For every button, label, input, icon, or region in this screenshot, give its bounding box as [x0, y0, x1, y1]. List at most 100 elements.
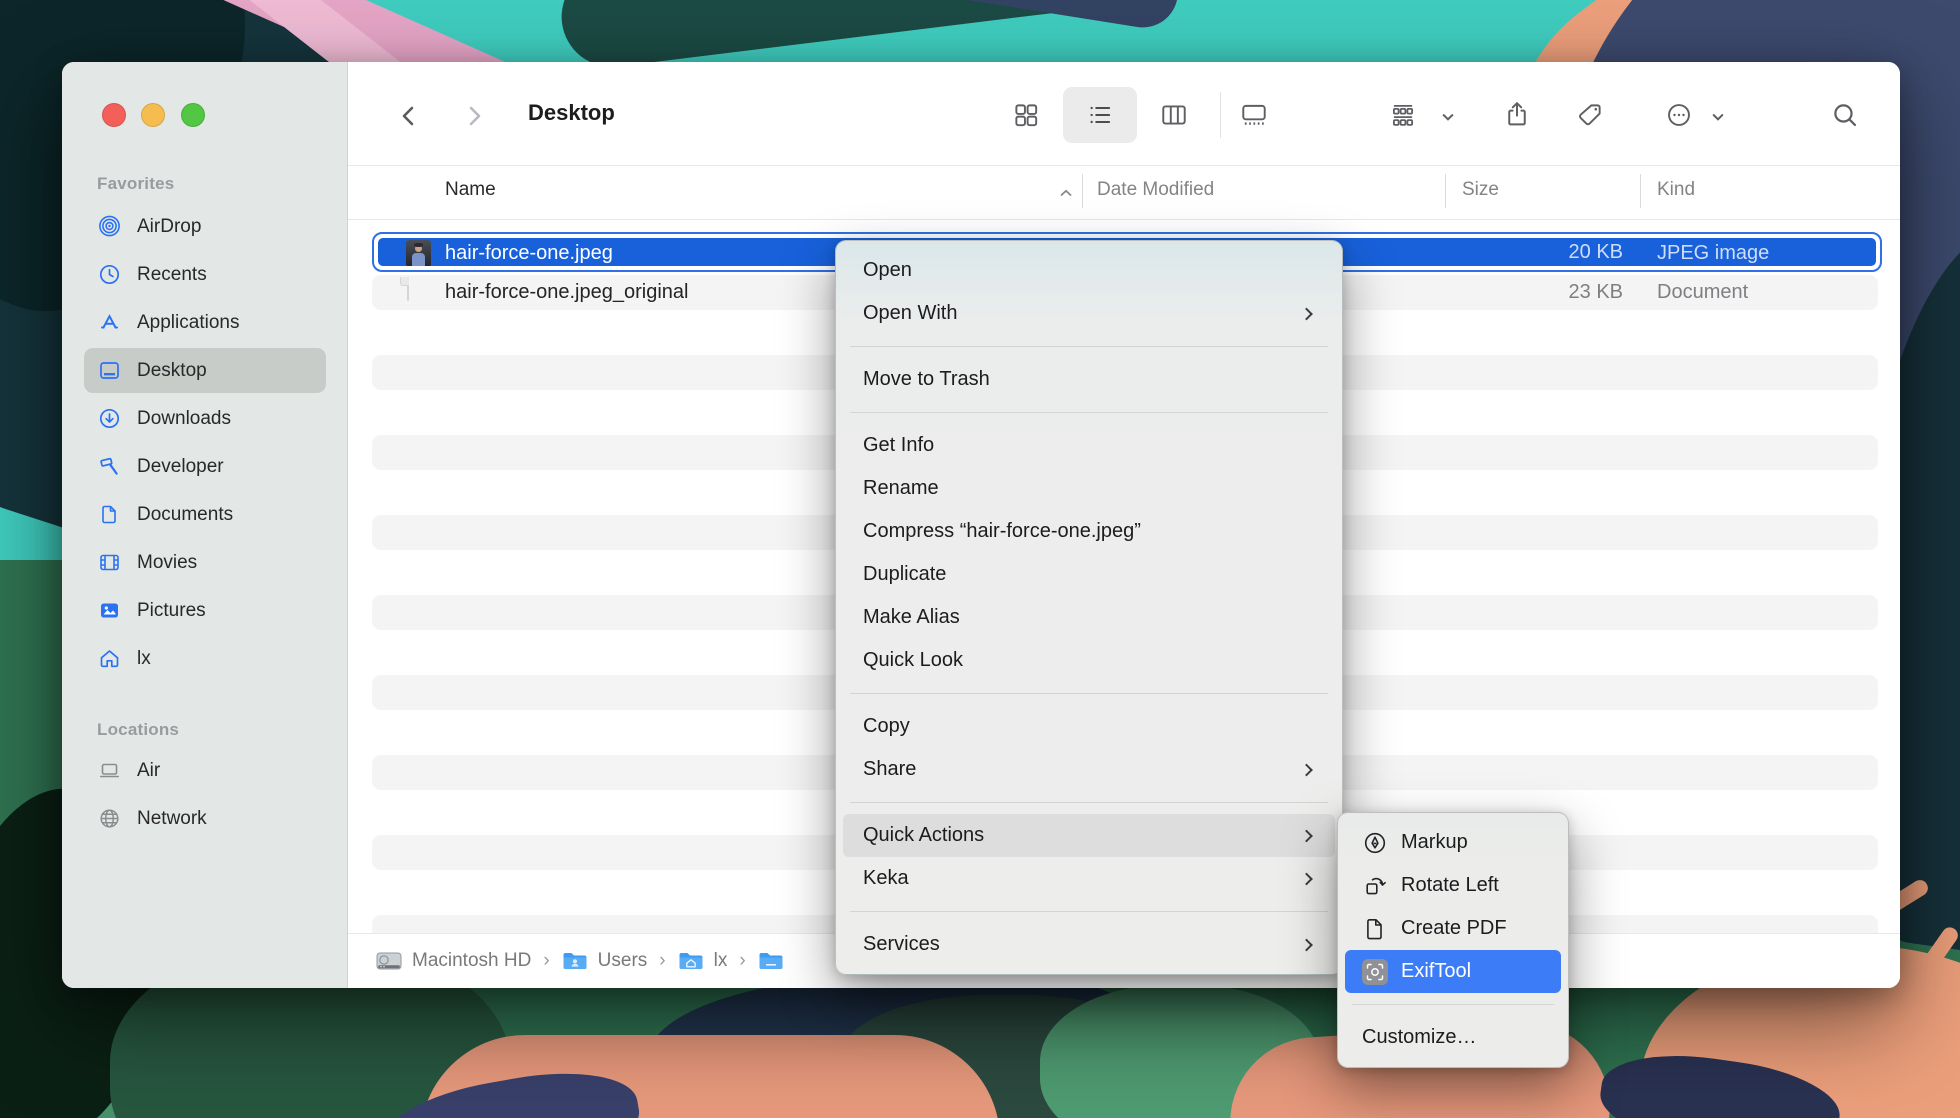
menu-item-duplicate[interactable]: Duplicate: [843, 553, 1335, 596]
column-divider[interactable]: [1445, 174, 1446, 208]
sidebar-item-label: Network: [137, 808, 207, 830]
file-size: 20 KB: [1569, 238, 1623, 266]
sidebar-item-airdrop[interactable]: AirDrop: [84, 204, 326, 249]
share-icon: [1502, 99, 1533, 130]
group-by-chevron[interactable]: [1441, 110, 1456, 125]
menu-item-open[interactable]: Open: [843, 249, 1335, 292]
gallery-view-button[interactable]: [1239, 100, 1269, 130]
column-divider[interactable]: [1082, 174, 1083, 208]
breadcrumb-lx[interactable]: lx: [678, 950, 728, 972]
globe-icon: [98, 807, 121, 830]
submenu-chevron-icon: [1300, 307, 1313, 320]
icon-view-button[interactable]: [1011, 100, 1041, 130]
breadcrumb-separator: ›: [543, 950, 549, 972]
column-divider[interactable]: [1640, 174, 1641, 208]
sidebar-item-label: Pictures: [137, 600, 206, 622]
sidebar-item-pictures[interactable]: Pictures: [84, 588, 326, 633]
sidebar-section-locations: Locations: [97, 720, 179, 740]
close-window-button[interactable]: [102, 103, 126, 127]
menu-item-quick-look[interactable]: Quick Look: [843, 639, 1335, 682]
tag-button[interactable]: [1575, 100, 1605, 130]
column-header-date-modified[interactable]: Date Modified: [1097, 179, 1214, 201]
sidebar-item-home-lx[interactable]: lx: [84, 636, 326, 681]
column-header-kind[interactable]: Kind: [1657, 179, 1695, 201]
menu-item-services[interactable]: Services: [843, 923, 1335, 966]
menu-item-open-with[interactable]: Open With: [843, 292, 1335, 335]
column-view-button[interactable]: [1159, 100, 1189, 130]
list-view-button[interactable]: [1085, 100, 1115, 130]
menu-item-copy[interactable]: Copy: [843, 705, 1335, 748]
app-store-icon: [98, 311, 121, 334]
download-circle-icon: [98, 407, 121, 430]
share-button[interactable]: [1502, 99, 1533, 130]
file-name: hair-force-one.jpeg: [445, 238, 613, 268]
chevron-down-icon: [1711, 110, 1726, 125]
sidebar-item-movies[interactable]: Movies: [84, 540, 326, 585]
sidebar-item-documents[interactable]: Documents: [84, 492, 326, 537]
film-icon: [98, 551, 121, 574]
column-header-size[interactable]: Size: [1462, 179, 1499, 201]
markup-pen-icon: [1362, 830, 1388, 856]
menu-item-make-alias[interactable]: Make Alias: [843, 596, 1335, 639]
more-actions-button[interactable]: [1664, 100, 1694, 130]
sidebar-item-recents[interactable]: Recents: [84, 252, 326, 297]
breadcrumb-desktop-partial[interactable]: [758, 950, 794, 972]
forward-button[interactable]: [459, 101, 489, 131]
menu-item-rename[interactable]: Rename: [843, 467, 1335, 510]
folder-icon: [758, 950, 784, 972]
column-header-name[interactable]: Name: [445, 179, 496, 201]
menu-item-quick-actions[interactable]: Quick Actions: [843, 814, 1335, 857]
sidebar-item-developer[interactable]: Developer: [84, 444, 326, 489]
submenu-item-rotate-left[interactable]: Rotate Left: [1345, 864, 1561, 907]
zoom-window-button[interactable]: [181, 103, 205, 127]
sidebar-item-applications[interactable]: Applications: [84, 300, 326, 345]
more-actions-chevron[interactable]: [1711, 110, 1726, 125]
folder-home-icon: [678, 950, 704, 972]
menu-separator: [850, 911, 1328, 912]
airdrop-icon: [98, 215, 121, 238]
submenu-item-create-pdf[interactable]: Create PDF: [1345, 907, 1561, 950]
menu-item-keka[interactable]: Keka: [843, 857, 1335, 900]
menu-item-move-to-trash[interactable]: Move to Trash: [843, 358, 1335, 401]
menu-item-share[interactable]: Share: [843, 748, 1335, 791]
forward-chevron-icon: [460, 102, 488, 130]
hammer-icon: [98, 455, 121, 478]
toolbar-divider: [1220, 92, 1221, 138]
exiftool-camera-icon: [1362, 959, 1388, 985]
submenu-item-customize[interactable]: Customize…: [1345, 1016, 1561, 1059]
menu-separator: [850, 412, 1328, 413]
breadcrumb-macintosh-hd[interactable]: Macintosh HD: [376, 950, 531, 972]
sidebar-item-label: Movies: [137, 552, 197, 574]
back-chevron-icon: [395, 102, 423, 130]
folder-user-icon: [562, 950, 588, 972]
sidebar: Favorites AirDrop Recents Applications D…: [62, 62, 348, 988]
columns-icon: [1159, 100, 1189, 130]
chevron-down-icon: [1441, 110, 1456, 125]
sidebar-item-network[interactable]: Network: [84, 796, 326, 841]
sidebar-item-label: Desktop: [137, 360, 207, 382]
submenu-item-markup[interactable]: Markup: [1345, 821, 1561, 864]
minimize-window-button[interactable]: [141, 103, 165, 127]
ellipsis-circle-icon: [1664, 100, 1694, 130]
sidebar-item-downloads[interactable]: Downloads: [84, 396, 326, 441]
submenu-chevron-icon: [1300, 763, 1313, 776]
list-icon: [1085, 100, 1115, 130]
search-button[interactable]: [1830, 100, 1861, 131]
sidebar-item-desktop[interactable]: Desktop: [84, 348, 326, 393]
jpeg-thumbnail-icon: [406, 240, 431, 267]
sidebar-item-label: Developer: [137, 456, 224, 478]
gallery-icon: [1239, 100, 1269, 130]
menu-item-compress[interactable]: Compress “hair-force-one.jpeg”: [843, 510, 1335, 553]
search-icon: [1830, 100, 1861, 131]
menu-item-get-info[interactable]: Get Info: [843, 424, 1335, 467]
document-file-icon: [407, 278, 409, 301]
group-by-button[interactable]: [1388, 100, 1418, 130]
submenu-chevron-icon: [1300, 872, 1313, 885]
submenu-item-exiftool[interactable]: ExifTool: [1345, 950, 1561, 993]
hard-drive-icon: [376, 950, 402, 972]
rotate-left-icon: [1362, 873, 1388, 899]
submenu-chevron-icon: [1300, 829, 1313, 842]
sidebar-item-air[interactable]: Air: [84, 748, 326, 793]
back-button[interactable]: [394, 101, 424, 131]
breadcrumb-users[interactable]: Users: [562, 950, 648, 972]
